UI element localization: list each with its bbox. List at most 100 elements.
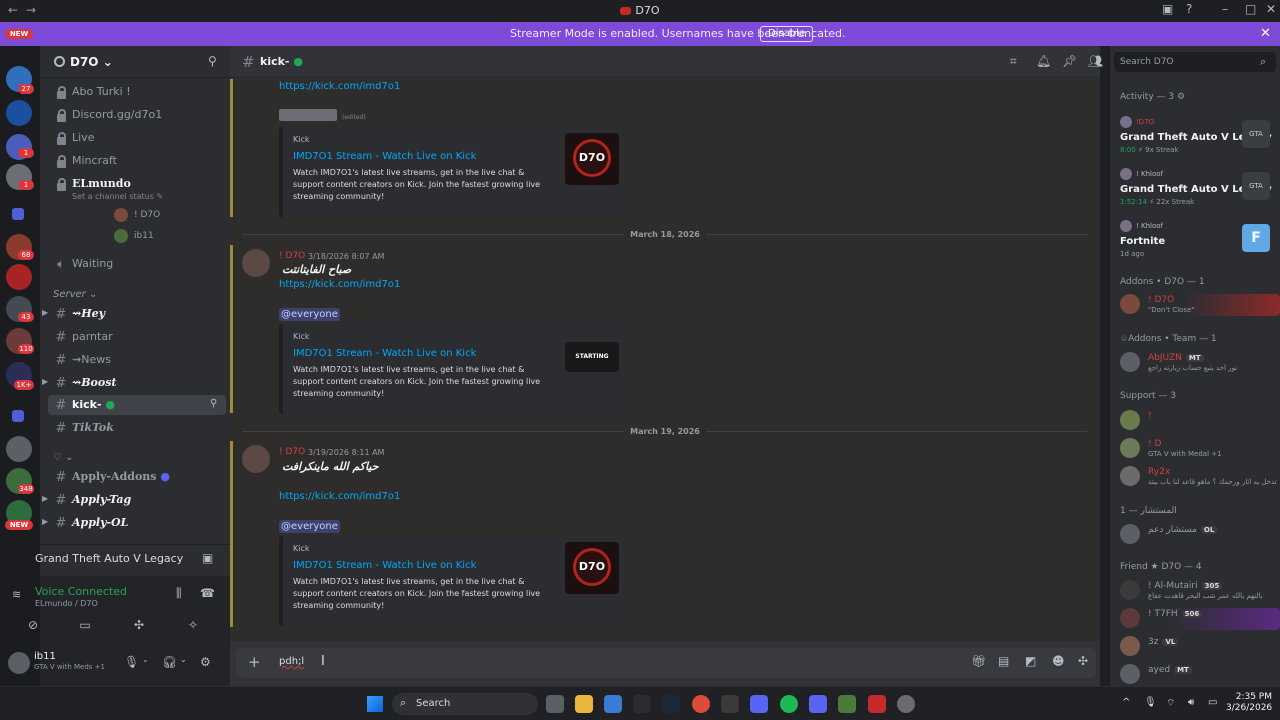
- channel-locked[interactable]: Abo Turki !: [48, 82, 226, 102]
- close-window-icon[interactable]: ✕: [1266, 2, 1276, 16]
- terminal-icon[interactable]: [633, 695, 651, 713]
- activity-status-icon[interactable]: ▣: [202, 551, 213, 565]
- message-link[interactable]: https://kick.com/imd7o1: [279, 279, 400, 290]
- disconnect-icon[interactable]: ☎: [200, 586, 215, 600]
- embed-title[interactable]: IMD7O1 Stream - Watch Live on Kick: [293, 560, 476, 571]
- system-clock[interactable]: 2:35 PM 3/26/2026: [1226, 692, 1272, 714]
- guild-header[interactable]: D7O ⌄ ⚲: [40, 46, 230, 78]
- notification-bell-icon[interactable]: 🔔︎: [1036, 54, 1051, 68]
- store-icon[interactable]: [604, 695, 622, 713]
- server-icon-d7o[interactable]: [6, 264, 32, 290]
- settings-gear-icon[interactable]: ⚙: [200, 655, 211, 669]
- battery-icon[interactable]: ▭: [1208, 697, 1217, 708]
- minimize-icon[interactable]: –: [1222, 2, 1228, 16]
- task-view-icon[interactable]: [546, 695, 564, 713]
- channel-text[interactable]: # Apply-Addons ●: [48, 467, 226, 487]
- activity-bar[interactable]: Grand Theft Auto V Legacy ▣: [35, 544, 230, 570]
- wifi-icon[interactable]: ⌔: [1166, 697, 1175, 710]
- threads-icon[interactable]: ⌗: [1010, 54, 1017, 69]
- server-search[interactable]: Search D7O ⌕: [1114, 52, 1276, 72]
- disable-streamer-mode-button[interactable]: Disable: [760, 26, 814, 42]
- emoji-icon[interactable]: ☻: [1052, 654, 1065, 668]
- folder-icon[interactable]: [12, 208, 24, 220]
- member-row[interactable]: ! D GTA V with Medal +1: [1120, 438, 1280, 460]
- help-icon[interactable]: ?: [1186, 2, 1192, 16]
- channel-locked-elmundo[interactable]: ELmundo: [48, 174, 226, 194]
- apps-icon[interactable]: ✣: [1078, 654, 1088, 668]
- member-row[interactable]: مستشار دعم OL: [1120, 524, 1280, 546]
- member-row[interactable]: ! Al-Mutairi 305 بالتهم يالله عمر شب البح…: [1120, 580, 1280, 602]
- game-app-icon[interactable]: [721, 695, 739, 713]
- member-row[interactable]: AbJUZN MT تور احد يتبع حساب زيارته راجع: [1120, 352, 1280, 374]
- member-row[interactable]: ! T7FH 506: [1120, 608, 1280, 630]
- volume-icon[interactable]: 🔊︎: [1188, 697, 1194, 708]
- sticker-icon[interactable]: ◩: [1025, 654, 1036, 668]
- composer-input[interactable]: pdh;l: [279, 656, 304, 667]
- tray-chevron-icon[interactable]: ^: [1122, 697, 1130, 708]
- microphone-tray-icon[interactable]: 🎙︎: [1144, 697, 1157, 708]
- channel-text[interactable]: # TikTok: [48, 418, 226, 438]
- chrome-icon[interactable]: [692, 695, 710, 713]
- activity-card[interactable]: ! Khloof Fortnite 1d ago F: [1116, 220, 1276, 264]
- message-author[interactable]: ! D7O: [279, 447, 305, 457]
- windows-start-icon[interactable]: [367, 696, 383, 712]
- avatar[interactable]: [242, 445, 270, 473]
- signal-icon[interactable]: ≋: [12, 588, 21, 601]
- maximize-icon[interactable]: □: [1245, 2, 1256, 16]
- category-heart[interactable]: ♡ ⌄: [53, 452, 74, 463]
- voice-channel-waiting[interactable]: 🔈︎ Waiting: [48, 254, 226, 274]
- channel-text[interactable]: ▶ # Apply-Tag: [42, 490, 226, 510]
- add-member-icon[interactable]: ⚲: [210, 398, 217, 409]
- app-icon[interactable]: [897, 695, 915, 713]
- microphone-icon[interactable]: 🎙︎: [124, 655, 139, 669]
- inbox-icon[interactable]: ▣: [1162, 2, 1173, 16]
- channel-text-kick-active[interactable]: # kick- ● ⚲: [48, 395, 226, 415]
- headphones-icon[interactable]: 🎧︎: [162, 655, 177, 669]
- screen-share-icon[interactable]: ▭: [69, 618, 101, 638]
- server-icon[interactable]: [6, 100, 32, 126]
- message-composer[interactable]: + pdh;l I 🎁︎ ▤ ◩ ☻ ✣: [236, 648, 1096, 678]
- member-row[interactable]: !: [1120, 410, 1280, 432]
- message-link[interactable]: https://kick.com/imd7o1: [279, 491, 400, 502]
- chevron-down-icon[interactable]: ⌄: [142, 655, 149, 664]
- everyone-mention[interactable]: @everyone: [279, 520, 340, 533]
- activity-card[interactable]: !D7O Grand Theft Auto V Legacy 8:00 ⚡ 9x…: [1116, 116, 1276, 160]
- voice-location[interactable]: ELmundo / D7O: [35, 599, 98, 608]
- channel-locked[interactable]: Discord.gg/d7o1: [48, 105, 226, 125]
- activity-card[interactable]: ! Khloof Grand Theft Auto V Legacy 1:52:…: [1116, 168, 1276, 212]
- taskbar-search[interactable]: ⌕ Search: [392, 693, 538, 715]
- member-row[interactable]: Ry2x تدخل يه اثار ورحمك ؟ ماهو قاعد لنا …: [1120, 466, 1280, 488]
- channel-text[interactable]: ▶ # Apply-OL: [42, 513, 226, 533]
- channel-text[interactable]: ▶ # ⇝Hey: [42, 304, 226, 324]
- embed-title[interactable]: IMD7O1 Stream - Watch Live on Kick: [293, 151, 476, 162]
- avatar[interactable]: [8, 652, 30, 674]
- channel-text[interactable]: # ⇝News: [48, 350, 226, 370]
- channel-text[interactable]: ▶ # ⇝Boost: [42, 373, 226, 393]
- member-row[interactable]: ! D7O "Don't Close": [1120, 294, 1280, 316]
- discord-icon[interactable]: [750, 695, 768, 713]
- channel-locked[interactable]: Mincraft: [48, 151, 226, 171]
- gif-icon[interactable]: ▤: [998, 654, 1009, 668]
- embed-thumbnail[interactable]: D7O: [565, 133, 619, 185]
- camera-off-icon[interactable]: ⊘: [17, 618, 49, 638]
- soundboard-icon[interactable]: ✧: [177, 618, 209, 638]
- activities-icon[interactable]: ✣: [123, 618, 155, 638]
- close-banner-icon[interactable]: ✕: [1260, 26, 1271, 41]
- channel-text[interactable]: # parntar: [48, 327, 226, 347]
- message-link[interactable]: https://kick.com/imd7o1: [279, 81, 400, 92]
- gift-icon[interactable]: 🎁︎: [971, 654, 986, 668]
- member-row[interactable]: ayed MT: [1120, 664, 1280, 686]
- member-row[interactable]: 3z VL: [1120, 636, 1280, 658]
- invite-people-icon[interactable]: ⚲: [208, 54, 217, 68]
- app-icon[interactable]: [868, 695, 886, 713]
- avatar[interactable]: [242, 249, 270, 277]
- message-author[interactable]: ! D7O: [279, 251, 305, 261]
- steam-icon[interactable]: [662, 695, 680, 713]
- app-icon[interactable]: [809, 695, 827, 713]
- embed-title[interactable]: IMD7O1 Stream - Watch Live on Kick: [293, 348, 476, 359]
- file-explorer-icon[interactable]: [575, 695, 593, 713]
- embed-thumbnail[interactable]: STARTING: [565, 342, 619, 372]
- member-list-icon[interactable]: 👥︎: [1088, 54, 1103, 68]
- add-attachment-icon[interactable]: +: [248, 653, 261, 671]
- minecraft-icon[interactable]: [838, 695, 856, 713]
